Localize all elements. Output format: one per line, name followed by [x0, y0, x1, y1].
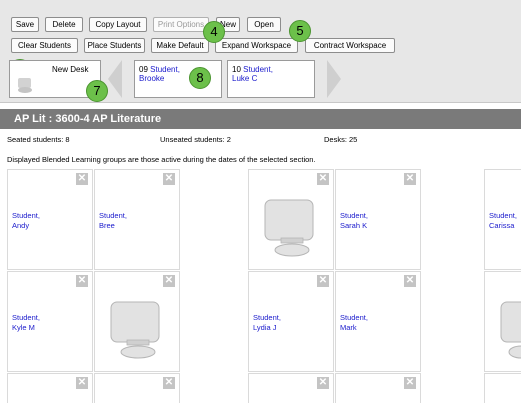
desk-tile[interactable]: ✕ Student, Mark — [335, 271, 421, 372]
desk-tile[interactable]: ✕ Student, Andy — [7, 169, 93, 270]
desk-tile[interactable]: ✕ Student, Sarah K — [335, 169, 421, 270]
desk-card[interactable]: 10 Student, Luke C — [227, 60, 315, 98]
chair-desk-icon — [110, 301, 160, 359]
new-desk-label: New Desk — [52, 65, 89, 74]
chevron-right-icon[interactable] — [327, 60, 341, 98]
toolbar: Save Delete Copy Layout Print Options Ne… — [0, 0, 521, 103]
blended-learning-note: Displayed Blended Learning groups are th… — [7, 155, 316, 164]
student-last-name: Student, — [243, 65, 273, 74]
chair-desk-icon — [264, 199, 314, 257]
annotation-badge-8: 8 — [189, 67, 211, 89]
student-first-name: Brooke — [139, 74, 165, 83]
desk-number: 10 — [232, 65, 241, 74]
student-name-link[interactable]: Student, Kyle M — [12, 313, 40, 333]
desk-tile[interactable]: Student, Carissa — [484, 169, 521, 270]
annotation-badge-5: 5 — [289, 20, 311, 42]
desk-card-student[interactable]: 10 Student, Luke C — [232, 65, 273, 83]
annotation-badge-4: 4 — [203, 21, 225, 43]
annotation-badge-7: 7 — [86, 80, 108, 102]
print-options-button[interactable]: Print Options — [153, 17, 209, 32]
desk-number: 09 — [139, 65, 148, 74]
student-last-name: Student, — [150, 65, 180, 74]
desk-tile[interactable] — [484, 373, 521, 403]
seated-count: Seated students: 8 — [7, 135, 70, 144]
desk-tile[interactable]: ✕ Student, Bree — [94, 169, 180, 270]
close-icon[interactable]: ✕ — [163, 377, 175, 389]
desk-tile[interactable]: ✕ — [94, 373, 180, 403]
expand-workspace-button[interactable]: Expand Workspace — [215, 38, 298, 53]
empty-desk-tile[interactable]: ✕ — [94, 271, 180, 372]
save-button[interactable]: Save — [11, 17, 39, 32]
desk-tile[interactable]: ✕ Student, Kyle M — [7, 271, 93, 372]
close-icon[interactable]: ✕ — [404, 377, 416, 389]
contract-workspace-button[interactable]: Contract Workspace — [305, 38, 395, 53]
delete-button[interactable]: Delete — [45, 17, 83, 32]
desk-tile[interactable]: ✕ — [7, 373, 93, 403]
close-icon[interactable]: ✕ — [163, 275, 175, 287]
chair-desk-icon — [18, 78, 32, 93]
desk-card-student[interactable]: 09 Student, Brooke — [139, 65, 180, 83]
close-icon[interactable]: ✕ — [317, 377, 329, 389]
close-icon[interactable]: ✕ — [163, 173, 175, 185]
open-button[interactable]: Open — [247, 17, 281, 32]
desks-count: Desks: 25 — [324, 135, 358, 144]
empty-desk-tile[interactable]: ✕ — [248, 169, 334, 270]
student-name-link[interactable]: Student, Sarah K — [340, 211, 368, 231]
unseated-count: Unseated students: 2 — [160, 135, 231, 144]
close-icon[interactable]: ✕ — [76, 275, 88, 287]
close-icon[interactable]: ✕ — [404, 173, 416, 185]
student-name-link[interactable]: Student, Lydia J — [253, 313, 281, 333]
desk-tile[interactable]: ✕ — [335, 373, 421, 403]
student-name-link[interactable]: Student, Bree — [99, 211, 127, 231]
desk-tile[interactable]: ✕ Student, Lydia J — [248, 271, 334, 372]
chevron-left-icon[interactable] — [108, 60, 122, 98]
student-name-link[interactable]: Student, Carissa — [489, 211, 517, 231]
student-name-link[interactable]: Student, Mark — [340, 313, 368, 333]
close-icon[interactable]: ✕ — [404, 275, 416, 287]
make-default-button[interactable]: Make Default — [151, 38, 209, 53]
chair-desk-icon — [500, 301, 521, 359]
close-icon[interactable]: ✕ — [317, 173, 329, 185]
empty-desk-tile[interactable] — [484, 271, 521, 372]
student-name-link[interactable]: Student, Andy — [12, 211, 40, 231]
close-icon[interactable]: ✕ — [317, 275, 329, 287]
student-first-name: Luke C — [232, 74, 258, 83]
clear-students-button[interactable]: Clear Students — [11, 38, 78, 53]
section-title: AP Lit : 3600-4 AP Literature — [0, 109, 521, 129]
close-icon[interactable]: ✕ — [76, 173, 88, 185]
copy-layout-button[interactable]: Copy Layout — [89, 17, 147, 32]
place-students-button[interactable]: Place Students — [84, 38, 145, 53]
desk-tile[interactable]: ✕ — [248, 373, 334, 403]
close-icon[interactable]: ✕ — [76, 377, 88, 389]
